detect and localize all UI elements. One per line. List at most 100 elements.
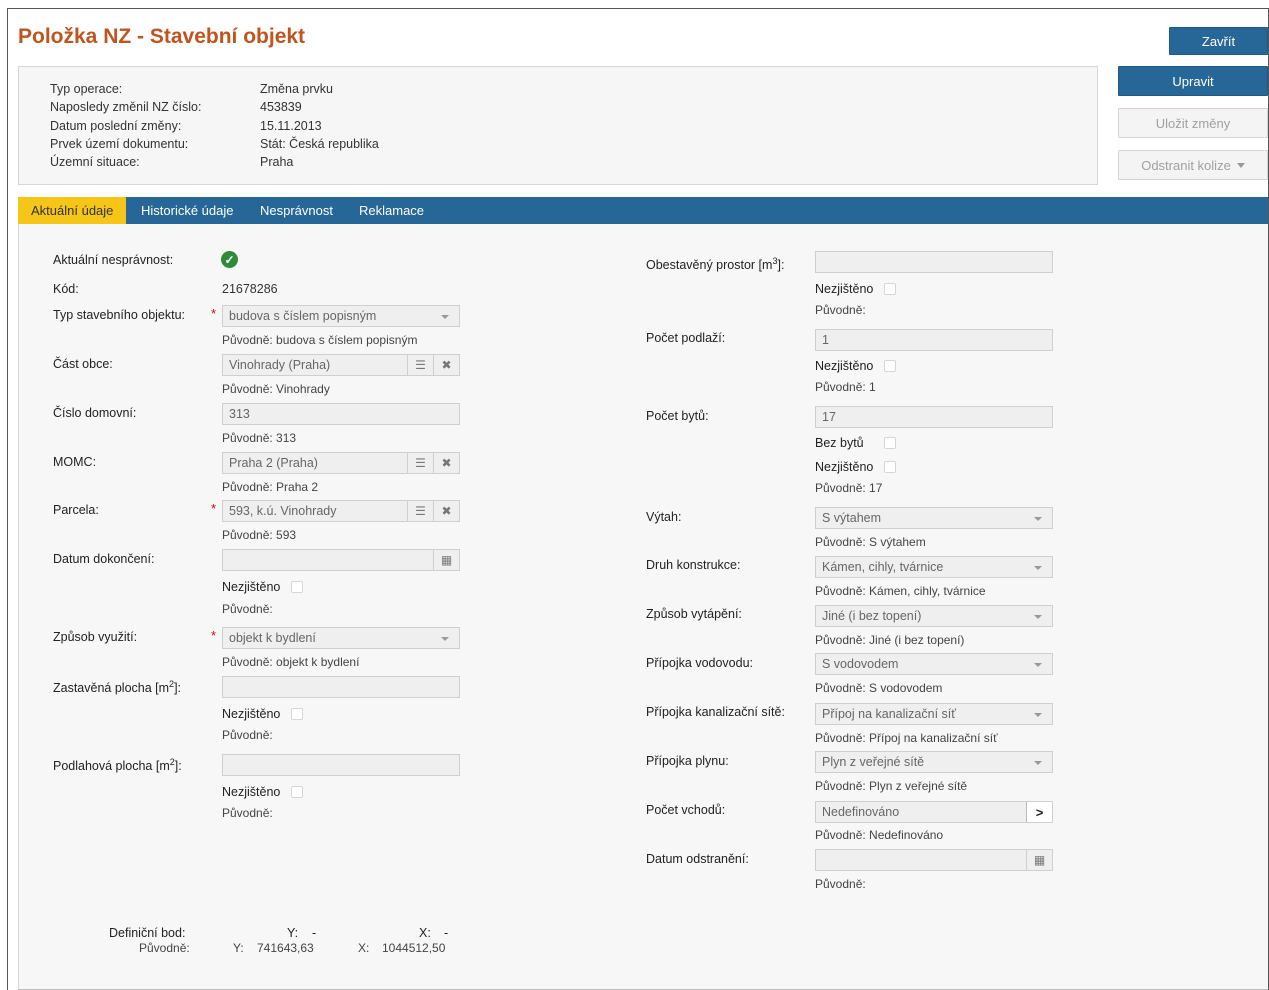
floors-count-value: 1 (822, 333, 829, 347)
entrances-count-field[interactable]: Nedefinováno > (815, 801, 1053, 823)
parcel-value: 593, k.ú. Vinohrady (229, 504, 337, 518)
construction-type-label: Druh konstrukce: (646, 558, 741, 572)
completion-date-unknown-checkbox[interactable] (291, 581, 303, 593)
definition-point-original-label: Původně: (139, 941, 190, 955)
floor-area-field[interactable] (222, 754, 460, 776)
remove-conflicts-button[interactable]: Odstranit kolize (1118, 150, 1268, 180)
water-connection-value: S vodovodem (822, 657, 899, 671)
definition-point-x-label: X: (419, 926, 431, 940)
floors-unknown-label: Nezjištěno (815, 359, 874, 373)
sewer-connection-value: Přípoj na kanalizační síť (822, 707, 956, 721)
usage-select[interactable]: objekt k bydlení (222, 627, 460, 649)
house-number-label: Číslo domovní: (53, 406, 137, 420)
list-icon[interactable]: ☰ (407, 453, 433, 473)
municipality-part-value: Vinohrady (Praha) (229, 358, 331, 372)
clear-icon[interactable]: ✖ (433, 355, 459, 375)
save-changes-button[interactable]: Uložit změny (1118, 108, 1268, 138)
completion-date-field[interactable]: ▦ (222, 549, 460, 571)
info-label: Typ operace: (50, 82, 123, 96)
elevator-value: S výtahem (822, 511, 882, 525)
elevator-select[interactable]: S výtahem (815, 507, 1053, 529)
parcel-field[interactable]: 593, k.ú. Vinohrady ☰ ✖ (222, 500, 460, 522)
chevron-down-icon (1034, 761, 1042, 765)
code-value: 21678286 (222, 282, 278, 296)
tab-complaints[interactable]: Reklamace (346, 197, 437, 224)
entrances-count-original: Původně: Nedefinováno (815, 828, 944, 842)
chevron-down-icon (1034, 663, 1042, 667)
chevron-down-icon (441, 315, 449, 319)
no-flats-label: Bez bytů (815, 436, 864, 450)
building-type-label: Typ stavebního objektu: (53, 308, 186, 322)
momc-field[interactable]: Praha 2 (Praha) ☰ ✖ (222, 452, 460, 474)
built-volume-field[interactable] (815, 251, 1053, 273)
close-button[interactable]: Zavřít (1169, 27, 1268, 55)
no-flats-checkbox[interactable] (884, 437, 896, 449)
built-volume-unknown-checkbox[interactable] (884, 283, 896, 295)
tab-historical-data[interactable]: Historické údaje (128, 197, 247, 224)
heating-label: Způsob vytápění: (646, 607, 742, 621)
code-label: Kód: (53, 282, 79, 296)
built-area-unknown-checkbox[interactable] (291, 708, 303, 720)
info-value: Praha (260, 155, 294, 169)
clear-icon[interactable]: ✖ (433, 501, 459, 521)
definition-point-original-x-label: X: (358, 941, 370, 955)
parcel-original: Původně: 593 (222, 528, 297, 542)
momc-label: MOMC: (53, 455, 97, 469)
built-area-field[interactable] (222, 676, 460, 698)
flats-unknown-label: Nezjištěno (815, 460, 874, 474)
definition-point-original-y-value: 741643,63 (257, 941, 314, 955)
removal-date-field[interactable]: ▦ (815, 849, 1053, 871)
content-panel: Aktuální nesprávnost: ✓ Kód: 21678286 Ty… (18, 224, 1268, 990)
required-marker: * (211, 501, 217, 516)
floors-count-original: Původně: 1 (815, 380, 876, 394)
built-area-original: Původně: (222, 728, 273, 742)
list-icon[interactable]: ☰ (407, 355, 433, 375)
definition-point-original-y-label: Y: (233, 941, 244, 955)
edit-button[interactable]: Upravit (1118, 66, 1268, 96)
floors-count-label: Počet podlaží: (646, 331, 726, 345)
required-marker: * (211, 306, 217, 321)
construction-type-select[interactable]: Kámen, cihly, tvárnice (815, 556, 1053, 578)
tab-incorrectness[interactable]: Nesprávnost (247, 197, 346, 224)
definition-point-y-value: - (312, 926, 317, 940)
sewer-connection-select[interactable]: Přípoj na kanalizační síť (815, 703, 1053, 725)
house-number-field[interactable]: 313 (222, 403, 460, 425)
heating-select[interactable]: Jiné (i bez topení) (815, 605, 1053, 627)
usage-label: Způsob využití: (53, 630, 138, 644)
municipality-part-field[interactable]: Vinohrady (Praha) ☰ ✖ (222, 354, 460, 376)
built-volume-label: Obestavěný prostor [m3]: (646, 256, 785, 273)
tab-current-data[interactable]: Aktuální údaje (18, 197, 127, 224)
floors-unknown-checkbox[interactable] (884, 360, 896, 372)
calendar-icon[interactable]: ▦ (1026, 850, 1052, 870)
built-volume-unknown-label: Nezjištěno (815, 282, 874, 296)
info-label: Naposledy změnil NZ číslo: (50, 100, 202, 114)
built-area-label: Zastavěná plocha [m2]: (53, 679, 182, 696)
remove-conflicts-label: Odstranit kolize (1141, 157, 1231, 173)
info-value: 453839 (260, 100, 302, 114)
water-connection-select[interactable]: S vodovodem (815, 653, 1053, 675)
elevator-label: Výtah: (646, 510, 682, 524)
clear-icon[interactable]: ✖ (433, 453, 459, 473)
floor-area-unknown-label: Nezjištěno (222, 785, 281, 799)
house-number-value: 313 (229, 407, 250, 421)
entrances-count-label: Počet vchodů: (646, 803, 726, 817)
definition-point-y-label: Y: (287, 926, 299, 940)
info-label: Prvek území dokumentu: (50, 137, 189, 151)
building-type-select[interactable]: budova s číslem popisným (222, 305, 460, 327)
flats-unknown-checkbox[interactable] (884, 461, 896, 473)
info-value: Změna prvku (260, 82, 333, 96)
floors-count-field[interactable]: 1 (815, 329, 1053, 351)
info-label: Územní situace: (50, 155, 140, 169)
flats-count-label: Počet bytů: (646, 409, 709, 423)
floor-area-unknown-checkbox[interactable] (291, 786, 303, 798)
chevron-right-icon[interactable]: > (1026, 802, 1052, 822)
gas-connection-select[interactable]: Plyn z veřejné sítě (815, 751, 1053, 773)
list-icon[interactable]: ☰ (407, 501, 433, 521)
flats-count-original: Původně: 17 (815, 481, 883, 495)
chevron-down-icon (1034, 615, 1042, 619)
calendar-icon[interactable]: ▦ (433, 550, 459, 570)
flats-count-field[interactable]: 17 (815, 406, 1053, 428)
house-number-original: Původně: 313 (222, 431, 297, 445)
entrances-count-value: Nedefinováno (822, 805, 900, 819)
momc-original: Původně: Praha 2 (222, 480, 319, 494)
